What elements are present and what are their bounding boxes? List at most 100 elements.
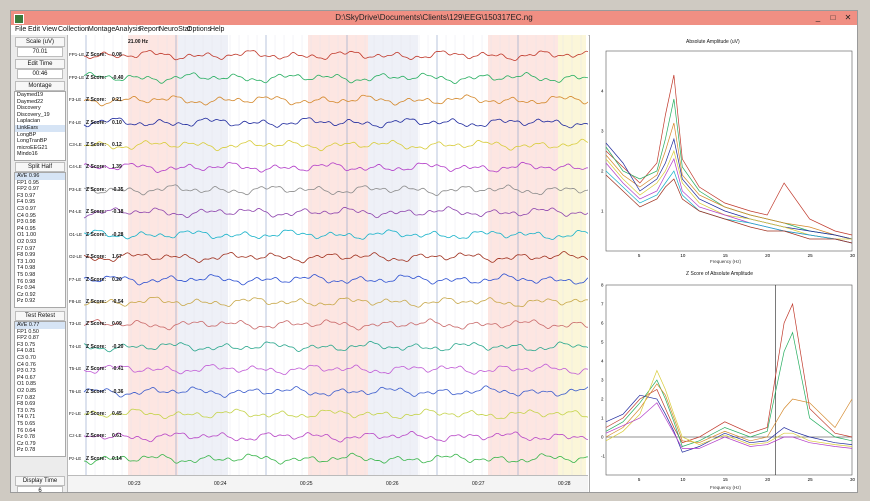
list-item[interactable]: P4 0.95 xyxy=(15,226,65,233)
list-item[interactable]: AVE 0.77 xyxy=(15,322,65,329)
zscore-chart[interactable]: 5 10 15 20 25 30 -1 0 1 2 3 4 5 6 7 8 xyxy=(590,267,858,485)
list-item[interactable]: Daymed22 xyxy=(15,99,65,106)
channel-label[interactable]: O2-LE xyxy=(69,254,83,259)
list-item[interactable]: O1 1.00 xyxy=(15,232,65,239)
channel-label[interactable]: FP1-LE xyxy=(69,52,84,57)
list-item[interactable]: Laplacian xyxy=(15,118,65,125)
menu-options[interactable]: Options xyxy=(187,26,211,33)
list-item[interactable]: F7 0.82 xyxy=(15,395,65,402)
list-item[interactable]: T6 0.64 xyxy=(15,428,65,435)
list-item[interactable]: Discovery xyxy=(15,105,65,112)
list-item[interactable]: C3 0.70 xyxy=(15,355,65,362)
list-item[interactable]: T5 0.98 xyxy=(15,272,65,279)
list-item[interactable]: FP1 0.50 xyxy=(15,329,65,336)
channel-label[interactable]: T4-LE xyxy=(69,344,83,349)
menu-collection[interactable]: Collection xyxy=(58,26,89,33)
list-item[interactable]: C4 0.95 xyxy=(15,213,65,220)
split-half-list[interactable]: AVE 0.96 FP1 0.95 FP2 0.97 F3 0.97 F4 0.95 C3… xyxy=(14,172,66,308)
list-item[interactable]: Mindo16 xyxy=(15,151,65,158)
list-item[interactable]: microEEG21 xyxy=(15,145,65,152)
list-item[interactable]: LinkEars xyxy=(15,124,65,132)
list-item[interactable]: T4 0.71 xyxy=(15,414,65,421)
time-tick: 00:25 xyxy=(300,481,313,487)
time-tick: 00:27 xyxy=(472,481,485,487)
list-item[interactable]: T4 0.98 xyxy=(15,265,65,272)
list-item[interactable]: F8 0.69 xyxy=(15,401,65,408)
display-time-input[interactable]: 6 xyxy=(17,486,63,492)
channel-label[interactable]: Cz-LE xyxy=(69,433,83,438)
list-item[interactable]: T3 0.75 xyxy=(15,408,65,415)
list-item[interactable]: LongTranBP xyxy=(15,138,65,145)
menu-report[interactable]: Report xyxy=(139,26,160,33)
channel-label[interactable]: Fz-LE xyxy=(69,411,83,416)
channel-label[interactable]: F3-LE xyxy=(69,97,83,102)
channel-label[interactable]: Pz-LE xyxy=(69,456,83,461)
z-score-label: Z Score: xyxy=(86,321,107,328)
list-item[interactable]: T5 0.65 xyxy=(15,421,65,428)
z-score-value: -0.36 xyxy=(112,388,124,395)
channel-label[interactable]: F7-LE xyxy=(69,277,83,282)
list-item[interactable]: C4 0.76 xyxy=(15,362,65,369)
scale-input[interactable]: 70.01 xyxy=(17,47,63,57)
list-item[interactable]: F4 0.81 xyxy=(15,348,65,355)
menu-edit[interactable]: Edit xyxy=(28,26,40,33)
channel-label[interactable]: O1-LE xyxy=(69,232,83,237)
list-item[interactable]: O1 0.85 xyxy=(15,381,65,388)
z-score-label: Z Score: xyxy=(86,164,107,171)
list-item[interactable]: Discovery_19 xyxy=(15,112,65,119)
list-item[interactable]: P3 0.98 xyxy=(15,219,65,226)
menu-help[interactable]: Help xyxy=(210,26,224,33)
list-item[interactable]: F8 0.99 xyxy=(15,252,65,259)
list-item[interactable]: Fz 0.94 xyxy=(15,285,65,292)
menu-analysis[interactable]: Analysis xyxy=(115,26,141,33)
list-item[interactable]: T3 1.00 xyxy=(15,259,65,266)
menu-montage[interactable]: Montage xyxy=(88,26,115,33)
channel-label[interactable]: P4-LE xyxy=(69,209,83,214)
minimize-button[interactable]: _ xyxy=(811,12,825,23)
list-item[interactable]: LongBP xyxy=(15,132,65,139)
channel-label[interactable]: P3-LE xyxy=(69,187,83,192)
list-item[interactable]: Cz 0.79 xyxy=(15,441,65,448)
list-item[interactable]: FP2 0.87 xyxy=(15,335,65,342)
channel-label[interactable]: C4-LE xyxy=(69,164,83,169)
list-item[interactable]: F3 0.75 xyxy=(15,342,65,349)
maximize-button[interactable]: □ xyxy=(826,12,840,23)
list-item[interactable]: FP2 0.97 xyxy=(15,186,65,193)
time-tick: 00:24 xyxy=(214,481,227,487)
list-item[interactable]: Cz 0.92 xyxy=(15,292,65,299)
montage-list[interactable]: Daymed19 Daymed22 Discovery Discovery_19 Lap… xyxy=(14,91,66,161)
eeg-trace-panel[interactable]: FP1-LE Z Score: 0.08 FP2-LE Z Score: -0.40 F3-… xyxy=(68,35,588,475)
channel-label[interactable]: F8-LE xyxy=(69,299,83,304)
menu-file[interactable]: File xyxy=(15,26,26,33)
list-item[interactable]: P4 0.67 xyxy=(15,375,65,382)
amplitude-chart[interactable]: 5 10 15 20 25 30 1 2 3 4 xyxy=(590,35,858,263)
list-item[interactable]: C3 0.97 xyxy=(15,206,65,213)
list-item[interactable]: FP1 0.95 xyxy=(15,180,65,187)
list-item[interactable]: Fz 0.78 xyxy=(15,434,65,441)
menu-view[interactable]: View xyxy=(42,26,57,33)
test-retest-list[interactable]: AVE 0.77 FP1 0.50 FP2 0.87 F3 0.75 F4 0.81 C3… xyxy=(14,321,66,457)
menu-neurostat[interactable]: NeuroStat xyxy=(159,26,191,33)
list-item[interactable]: O2 0.85 xyxy=(15,388,65,395)
list-item[interactable]: T6 0.98 xyxy=(15,279,65,286)
title-bar[interactable]: D:\SkyDrive\Documents\Clients\129\EEG\15… xyxy=(11,11,857,25)
list-item[interactable]: O2 0.93 xyxy=(15,239,65,246)
channel-label[interactable]: FP2-LE xyxy=(69,75,84,80)
edit-time-input[interactable]: 00:46 xyxy=(17,69,63,79)
list-item[interactable]: AVE 0.96 xyxy=(15,173,65,180)
list-item[interactable]: F4 0.95 xyxy=(15,199,65,206)
list-item[interactable]: Pz 0.92 xyxy=(15,298,65,305)
channel-label[interactable]: T5-LE xyxy=(69,366,83,371)
app-window: D:\SkyDrive\Documents\Clients\129\EEG\15… xyxy=(10,10,858,493)
channel-label[interactable]: T3-LE xyxy=(69,321,83,326)
close-button[interactable]: ✕ xyxy=(841,12,855,23)
list-item[interactable]: F7 0.97 xyxy=(15,246,65,253)
channel-label[interactable]: C3-LE xyxy=(69,142,83,147)
list-item[interactable]: Daymed19 xyxy=(15,92,65,99)
list-item[interactable]: F3 0.97 xyxy=(15,193,65,200)
list-item[interactable]: P3 0.73 xyxy=(15,368,65,375)
list-item[interactable]: Pz 0.78 xyxy=(15,447,65,454)
z-score-label: Z Score: xyxy=(86,186,107,193)
channel-label[interactable]: T6-LE xyxy=(69,389,83,394)
channel-label[interactable]: F4-LE xyxy=(69,120,83,125)
